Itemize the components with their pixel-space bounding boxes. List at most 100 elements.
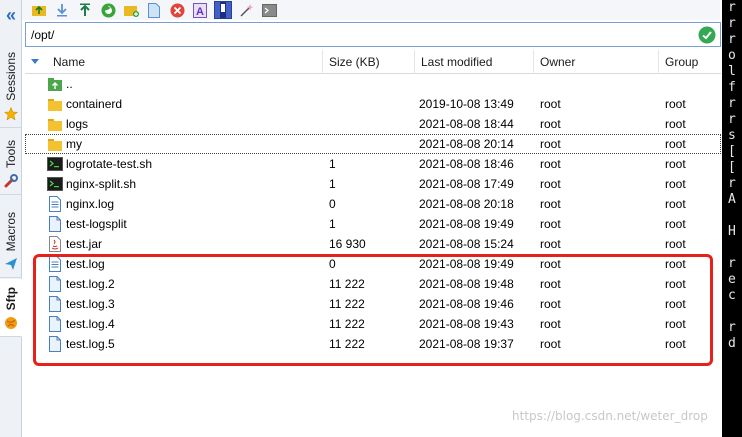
cell-modified: 2021-08-08 19:49 [419, 217, 514, 231]
column-modified-header[interactable]: Last modified [415, 49, 534, 74]
terminal-line: r [728, 112, 736, 127]
file-name: my [66, 137, 82, 151]
table-row[interactable]: containerd 2019-10-08 13:49 root root [25, 94, 721, 114]
table-row[interactable]: test-logsplit 1 2021-08-08 19:49 root root [25, 214, 721, 234]
cell-group: root [665, 97, 686, 111]
cell-name: logrotate-test.sh [25, 156, 323, 172]
globe-icon [4, 317, 17, 329]
column-name-header[interactable]: Name [25, 49, 323, 74]
file-name: nginx-split.sh [66, 177, 137, 191]
table-row[interactable]: my 2021-08-08 20:14 root root [25, 134, 721, 154]
terminal-line: r [728, 0, 736, 15]
folder-icon [47, 136, 66, 152]
cell-name: logs [25, 116, 323, 132]
terminal-line: A [728, 192, 736, 207]
cell-owner: root [540, 217, 561, 231]
tab-sessions-label: Sessions [4, 52, 18, 101]
file-name: test-logsplit [66, 217, 127, 231]
table-row[interactable]: .. [25, 74, 721, 94]
cell-modified: 2021-08-08 20:18 [419, 197, 514, 211]
table-row[interactable]: test.jar 16 930 2021-08-08 15:24 root root [25, 234, 721, 254]
jar-file-icon [47, 236, 66, 252]
open-terminal-icon[interactable] [214, 1, 232, 19]
terminal-line: r [728, 176, 736, 191]
tab-macros[interactable]: Macros [0, 196, 22, 278]
file-name: logrotate-test.sh [66, 157, 153, 171]
tab-sftp-label: Sftp [3, 286, 18, 310]
collapse-sidebar-icon[interactable]: « [0, 0, 22, 30]
path-input[interactable] [31, 27, 698, 42]
download-icon[interactable] [53, 1, 71, 19]
cell-size: 16 930 [329, 237, 366, 251]
cell-name: .. [25, 76, 323, 92]
column-owner-label: Owner [540, 54, 576, 69]
shell-script-icon [47, 176, 66, 192]
cell-name: my [25, 136, 323, 152]
cell-name: test.jar [25, 236, 323, 252]
rename-icon[interactable]: A [191, 1, 209, 19]
cell-modified: 2021-08-08 17:49 [419, 177, 514, 191]
paper-plane-icon [5, 258, 17, 270]
cell-modified: 2021-08-08 20:14 [419, 137, 514, 151]
cell-group: root [665, 157, 686, 171]
table-row[interactable]: logs 2021-08-08 18:44 root root [25, 114, 721, 134]
terminal-panel[interactable]: r r r o l f r r s[[r A Hr e c r d [722, 0, 742, 437]
tab-sftp[interactable]: Sftp [0, 279, 22, 337]
upload-icon[interactable] [76, 1, 94, 19]
cell-owner: root [540, 137, 561, 151]
cell-size: 1 [329, 217, 336, 231]
column-owner-header[interactable]: Owner [534, 49, 659, 74]
cell-name: nginx.log [25, 196, 323, 212]
table-row[interactable]: nginx.log 0 2021-08-08 20:18 root root [25, 194, 721, 214]
cell-group: root [665, 137, 686, 151]
terminal-line: c [728, 288, 736, 303]
text-file-icon [47, 196, 66, 212]
column-group-header[interactable]: Group [659, 50, 721, 74]
cell-group: root [665, 217, 686, 231]
sort-arrow-icon [31, 59, 39, 64]
column-size-label: Size (KB) [329, 54, 380, 69]
terminal-line: H [728, 224, 736, 239]
cell-modified: 2021-08-08 18:46 [419, 157, 514, 171]
table-row[interactable]: logrotate-test.sh 1 2021-08-08 18:46 root ro… [25, 154, 721, 174]
terminal-line: [ [728, 144, 736, 159]
cell-modified: 2021-08-08 15:24 [419, 237, 514, 251]
cell-size: 1 [329, 157, 336, 171]
cell-owner: root [540, 197, 561, 211]
cell-modified: 2019-10-08 13:49 [419, 97, 514, 111]
cell-group: root [665, 237, 686, 251]
svg-text:A: A [196, 6, 204, 18]
tab-sessions[interactable]: Sessions [0, 30, 22, 128]
column-name-label: Name [53, 54, 86, 69]
tab-tools-label: Tools [4, 139, 18, 168]
new-file-icon[interactable] [145, 1, 163, 19]
magic-wand-icon[interactable] [237, 1, 255, 19]
cell-group: root [665, 177, 686, 191]
cell-owner: root [540, 237, 561, 251]
new-folder-icon[interactable] [122, 1, 140, 19]
cell-owner: root [540, 157, 561, 171]
upload-folder-icon[interactable] [30, 1, 48, 19]
terminal-icon[interactable] [260, 1, 278, 19]
file-name: containerd [66, 97, 123, 111]
cell-size: 0 [329, 197, 336, 211]
column-modified-label: Last modified [421, 54, 493, 69]
terminal-line: r [728, 96, 736, 111]
delete-icon[interactable] [168, 1, 186, 19]
refresh-icon[interactable] [99, 1, 117, 19]
terminal-line: e [728, 272, 736, 287]
cell-owner: root [540, 117, 561, 131]
column-header: Name Size (KB) Last modified Owner Group [25, 49, 721, 74]
terminal-line: f [728, 80, 736, 95]
file-name: nginx.log [66, 197, 115, 211]
toolbar: A [22, 0, 720, 20]
column-size-header[interactable]: Size (KB) [323, 49, 415, 74]
checkmark-icon[interactable] [698, 26, 716, 44]
cell-size: 1 [329, 177, 336, 191]
table-row[interactable]: nginx-split.sh 1 2021-08-08 17:49 root root [25, 174, 721, 194]
terminal-line: d [728, 336, 736, 351]
tab-tools[interactable]: Tools [0, 129, 22, 195]
